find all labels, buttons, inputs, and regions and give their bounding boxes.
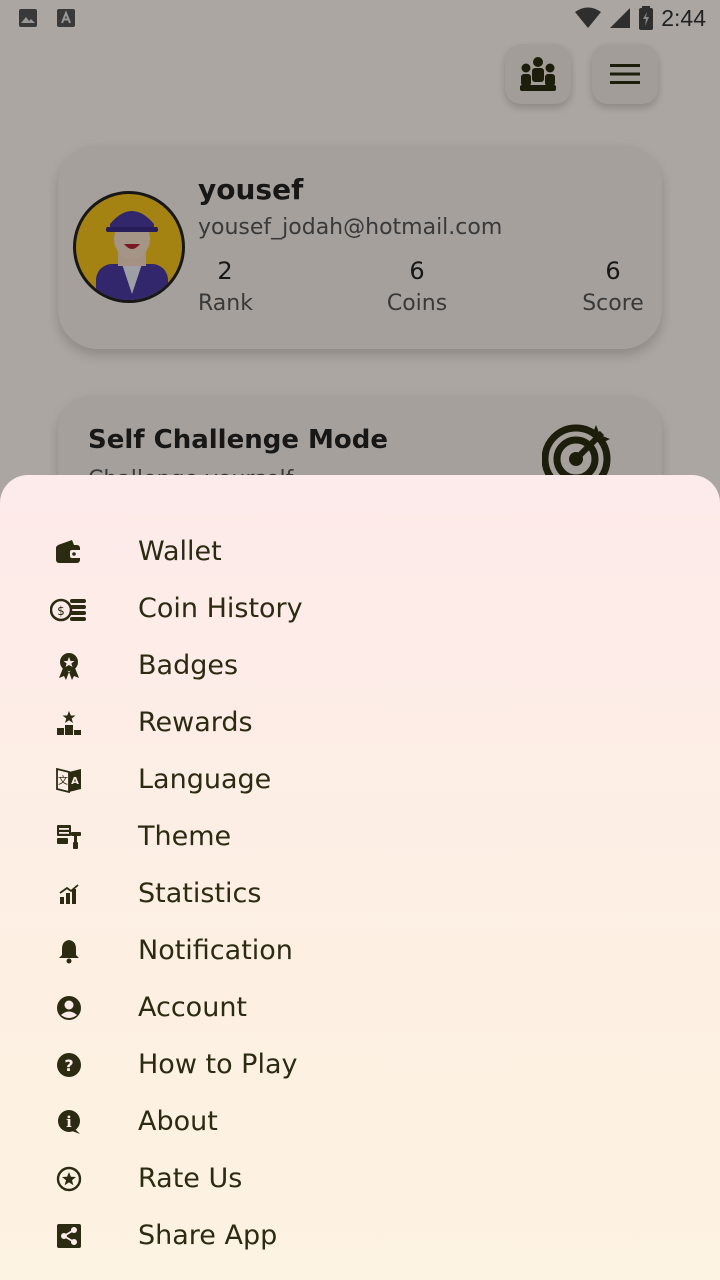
menu-item-label: How to Play bbox=[138, 1049, 298, 1080]
translate-icon: 文A bbox=[50, 761, 88, 799]
menu-item-label: Account bbox=[138, 992, 248, 1023]
info-icon: i bbox=[50, 1103, 88, 1141]
badge-icon bbox=[50, 647, 88, 685]
help-icon: ? bbox=[50, 1046, 88, 1084]
menu-item-share-app[interactable]: Share App bbox=[0, 1207, 720, 1264]
menu-item-account[interactable]: Account bbox=[0, 979, 720, 1036]
menu-bottom-sheet: Wallet $ Coin History Badges Rewards 文A … bbox=[0, 475, 720, 1280]
menu-item-about[interactable]: i About bbox=[0, 1093, 720, 1150]
menu-item-badges[interactable]: Badges bbox=[0, 637, 720, 694]
menu-item-theme[interactable]: Theme bbox=[0, 808, 720, 865]
bell-icon bbox=[50, 932, 88, 970]
menu-item-wallet[interactable]: Wallet bbox=[0, 523, 720, 580]
menu-item-rate-us[interactable]: Rate Us bbox=[0, 1150, 720, 1207]
menu-item-label: Wallet bbox=[138, 536, 222, 567]
menu-item-label: Rate Us bbox=[138, 1163, 243, 1194]
account-icon bbox=[50, 989, 88, 1027]
svg-text:文: 文 bbox=[58, 774, 68, 787]
menu-item-label: Language bbox=[138, 764, 272, 795]
menu-item-rewards[interactable]: Rewards bbox=[0, 694, 720, 751]
svg-text:i: i bbox=[66, 1113, 72, 1131]
menu-item-label: Badges bbox=[138, 650, 239, 681]
menu-item-label: Statistics bbox=[138, 878, 262, 909]
svg-text:$: $ bbox=[57, 604, 65, 618]
menu-item-coin-history[interactable]: $ Coin History bbox=[0, 580, 720, 637]
menu-item-how-to-play[interactable]: ? How to Play bbox=[0, 1036, 720, 1093]
menu-item-label: Share App bbox=[138, 1220, 278, 1251]
menu-item-notification[interactable]: Notification bbox=[0, 922, 720, 979]
menu-item-label: Coin History bbox=[138, 593, 303, 624]
svg-text:?: ? bbox=[64, 1056, 73, 1075]
svg-text:A: A bbox=[71, 776, 79, 787]
star-icon bbox=[50, 1160, 88, 1198]
menu-item-label: About bbox=[138, 1106, 218, 1137]
share-icon bbox=[50, 1217, 88, 1255]
menu-item-label: Rewards bbox=[138, 707, 253, 738]
menu-item-language[interactable]: 文A Language bbox=[0, 751, 720, 808]
chart-icon bbox=[50, 875, 88, 913]
podium-icon bbox=[50, 704, 88, 742]
wallet-icon bbox=[50, 533, 88, 571]
menu-item-statistics[interactable]: Statistics bbox=[0, 865, 720, 922]
theme-icon bbox=[50, 818, 88, 856]
menu-item-label: Notification bbox=[138, 935, 293, 966]
coins-icon: $ bbox=[50, 590, 88, 628]
menu-item-label: Theme bbox=[138, 821, 232, 852]
